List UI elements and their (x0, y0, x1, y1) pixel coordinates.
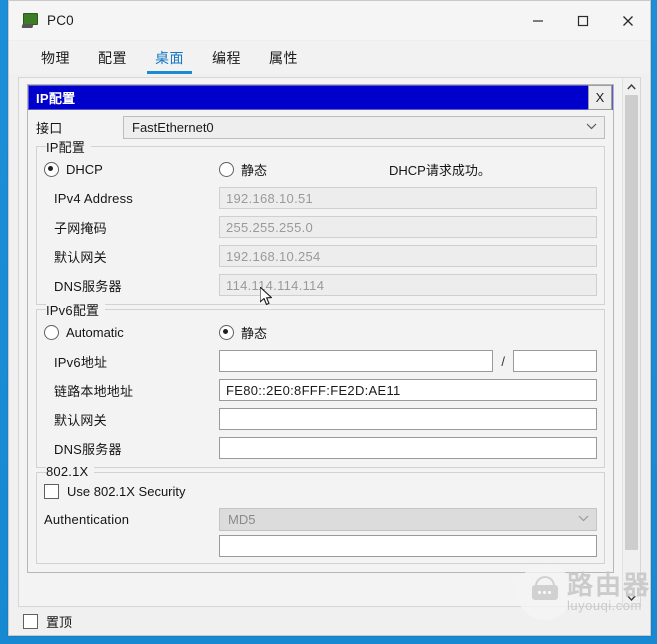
ipv6-automatic-radio[interactable]: Automatic (44, 325, 219, 340)
ipv4-static-label: 静态 (241, 163, 268, 178)
authentication-value: MD5 (228, 512, 256, 527)
ipv4-address-label: IPv4 Address (54, 190, 133, 206)
ipv4-group: IP配置 DHCP 静态 DHCP请求成功。 IPv4 Address 192.… (36, 137, 605, 305)
tab-config[interactable]: 配置 (84, 44, 141, 74)
checkbox-unchecked-icon (23, 613, 38, 629)
ipv6-static-label: 静态 (241, 326, 268, 341)
subnet-mask-label: 子网掩码 (54, 220, 107, 236)
ipv4-dhcp-label: DHCP (66, 162, 103, 177)
dialog-title-text: IP配置 (36, 91, 76, 106)
authentication-select[interactable]: MD5 (219, 508, 597, 531)
tab-attributes[interactable]: 属性 (255, 44, 312, 74)
ipv6-mode-row: Automatic 静态 (44, 323, 597, 342)
ipv6-address-label: IPv6地址 (54, 354, 108, 370)
ipv6-link-local-input[interactable]: FE80::2E0:8FFF:FE2D:AE11 (219, 379, 597, 401)
window-titlebar: PC0 (9, 1, 650, 41)
radio-unselected-icon (219, 162, 234, 177)
ipv6-dns-row: DNS服务器 (44, 437, 597, 459)
ipv4-static-radio[interactable]: 静态 (219, 160, 389, 179)
pc-device-icon (21, 12, 39, 30)
scroll-up-arrow-icon[interactable] (623, 78, 640, 95)
window-bottom-bar: 置顶 (9, 607, 650, 635)
subnet-mask-row: 子网掩码 255.255.255.0 (44, 216, 597, 238)
dialog-titlebar: IP配置 X (28, 85, 613, 110)
tab-desktop[interactable]: 桌面 (141, 44, 198, 74)
subnet-mask-input[interactable]: 255.255.255.0 (219, 216, 597, 238)
interface-row: 接口 FastEthernet0 (36, 116, 605, 139)
ipv6-group: IPv6配置 Automatic 静态 IPv6地址 / 链路本地地址 FE80… (36, 300, 605, 468)
ipv6-automatic-label: Automatic (66, 325, 124, 340)
username-input[interactable] (219, 535, 597, 557)
default-gateway-input[interactable]: 192.168.10.254 (219, 245, 597, 267)
dot1x-group: 802.1X Use 802.1X Security Authenticatio… (36, 464, 605, 564)
use-dot1x-security-label: Use 802.1X Security (67, 484, 186, 499)
dhcp-status-text: DHCP请求成功。 (389, 163, 491, 178)
chevron-down-icon (578, 514, 592, 525)
ipv6-prefix-input[interactable] (513, 350, 597, 372)
vertical-scrollbar[interactable] (622, 78, 640, 606)
ipv6-gateway-input[interactable] (219, 408, 597, 430)
radio-selected-icon (219, 325, 234, 340)
ipv4-group-legend: IP配置 (46, 137, 92, 156)
ipv6-address-row: IPv6地址 / (44, 350, 597, 372)
radio-unselected-icon (44, 325, 59, 340)
dns-server-row: DNS服务器 114.114.114.114 (44, 274, 597, 296)
dns-server-input[interactable]: 114.114.114.114 (219, 274, 597, 296)
ip-configuration-panel: IP配置 X 接口 FastEthernet0 IP配置 DHCP 静态 DHC… (19, 78, 622, 606)
window-title: PC0 (47, 13, 74, 28)
desktop-content-area: IP配置 X 接口 FastEthernet0 IP配置 DHCP 静态 DHC… (18, 77, 641, 607)
window-controls (515, 1, 650, 40)
minimize-button[interactable] (515, 1, 560, 40)
ipv6-gateway-label: 默认网关 (54, 412, 107, 428)
scrollbar-thumb[interactable] (625, 95, 638, 550)
ipv4-address-input[interactable]: 192.168.10.51 (219, 187, 597, 209)
tab-programming[interactable]: 编程 (198, 44, 255, 74)
ipv6-dns-label: DNS服务器 (54, 441, 122, 457)
pc0-window: PC0 物理 配置 桌面 编程 属性 IP配置 X 接口 FastEtherne… (8, 0, 651, 636)
chevron-down-icon (586, 122, 600, 133)
tab-physical[interactable]: 物理 (27, 44, 84, 74)
default-gateway-row: 默认网关 192.168.10.254 (44, 245, 597, 267)
default-gateway-label: 默认网关 (54, 249, 107, 265)
interface-value: FastEthernet0 (132, 120, 214, 135)
use-dot1x-security-checkbox[interactable]: Use 802.1X Security (44, 484, 597, 499)
scrollbar-track[interactable] (623, 95, 640, 589)
ipv6-link-local-label: 链路本地地址 (54, 383, 134, 399)
screen: PC0 物理 配置 桌面 编程 属性 IP配置 X 接口 FastEtherne… (0, 0, 657, 644)
ipv6-dns-input[interactable] (219, 437, 597, 459)
ipv6-group-legend: IPv6配置 (46, 300, 106, 319)
dns-server-label: DNS服务器 (54, 278, 122, 294)
close-button[interactable] (605, 1, 650, 40)
scroll-down-arrow-icon[interactable] (623, 589, 640, 606)
tab-bar: 物理 配置 桌面 编程 属性 (9, 41, 650, 74)
dialog-body: 接口 FastEthernet0 IP配置 DHCP 静态 DHCP请求成功。 … (28, 110, 613, 572)
authentication-label: Authentication (44, 512, 130, 527)
ipv4-mode-row: DHCP 静态 DHCP请求成功。 (44, 160, 597, 179)
ipv4-dhcp-radio[interactable]: DHCP (44, 162, 219, 177)
dialog-close-button[interactable]: X (588, 85, 612, 110)
ipv6-address-input[interactable] (219, 350, 494, 372)
interface-select[interactable]: FastEthernet0 (123, 116, 605, 139)
authentication-row: Authentication MD5 (44, 508, 597, 531)
ipv6-gateway-row: 默认网关 (44, 408, 597, 430)
checkbox-unchecked-icon (44, 484, 59, 499)
ipv4-address-row: IPv4 Address 192.168.10.51 (44, 187, 597, 209)
username-row (44, 535, 597, 557)
radio-selected-icon (44, 162, 59, 177)
ipv6-link-local-row: 链路本地地址 FE80::2E0:8FFF:FE2D:AE11 (44, 379, 597, 401)
ipv6-static-radio[interactable]: 静态 (219, 323, 267, 342)
ip-configuration-dialog: IP配置 X 接口 FastEthernet0 IP配置 DHCP 静态 DHC… (27, 84, 614, 573)
maximize-button[interactable] (560, 1, 605, 40)
ipv6-prefix-separator: / (501, 353, 505, 369)
dot1x-group-legend: 802.1X (46, 464, 95, 479)
interface-label: 接口 (36, 121, 63, 136)
always-on-top-checkbox[interactable]: 置顶 (23, 612, 72, 631)
always-on-top-label: 置顶 (46, 614, 73, 630)
